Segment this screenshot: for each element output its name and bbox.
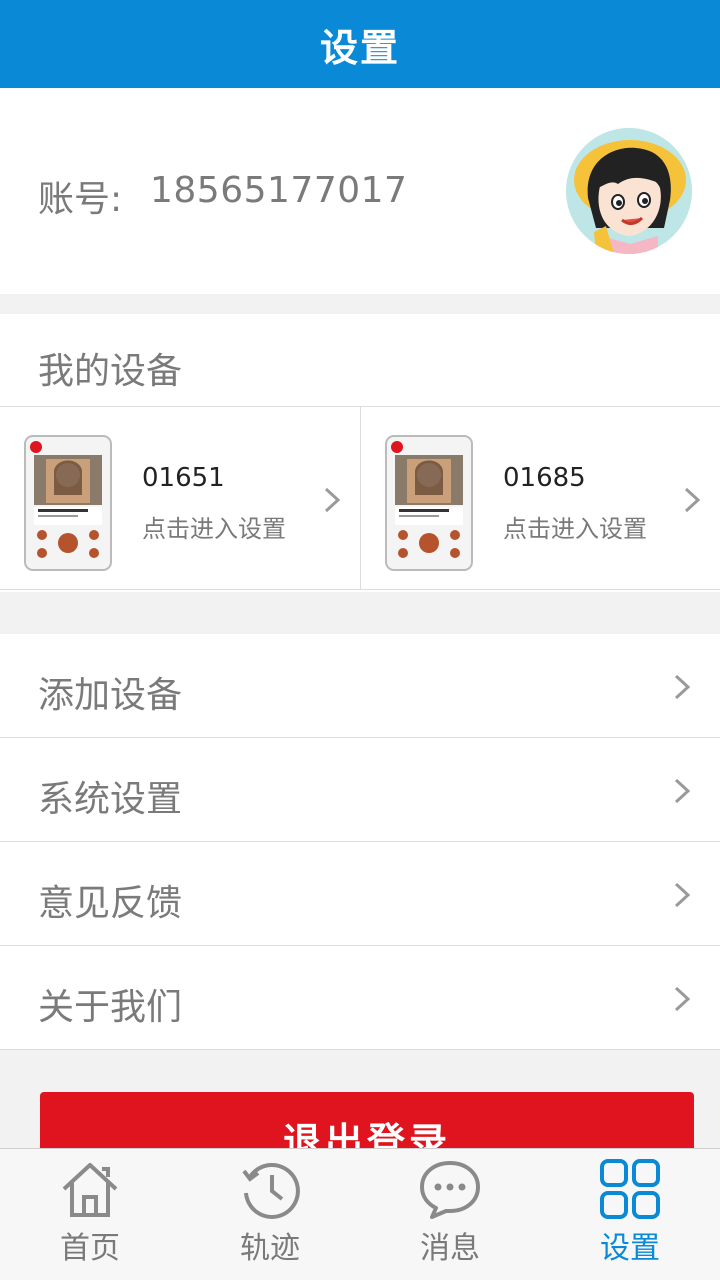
chevron-right-icon [324, 487, 341, 513]
chevron-right-icon [674, 674, 691, 700]
account-section: 账号: 18565177017 [0, 88, 720, 294]
tab-label: 首页 [60, 1231, 120, 1266]
grid-settings-icon [600, 1159, 660, 1219]
chevron-right-icon [674, 882, 691, 908]
menu-item-label: 添加设备 [38, 675, 183, 716]
top-bar: 设置 [0, 0, 720, 88]
chat-bubble-icon [420, 1161, 480, 1219]
settings-menu: 添加设备 系统设置 意见反馈 关于我们 [0, 634, 720, 1050]
device-id: 01651 [142, 463, 225, 493]
tab-track[interactable]: 轨迹 [180, 1149, 360, 1280]
menu-item-label: 系统设置 [38, 779, 183, 820]
my-devices-section: 我的设备 01651 点击进入设置 01685 点击进入设置 [0, 314, 720, 592]
menu-item-label: 关于我们 [38, 987, 183, 1028]
tab-label: 设置 [600, 1231, 660, 1266]
tab-settings[interactable]: 设置 [540, 1149, 720, 1280]
menu-item-add-device[interactable]: 添加设备 [0, 634, 720, 738]
device-card[interactable]: 01651 点击进入设置 [0, 407, 360, 590]
device-settings-link: 点击进入设置 [503, 515, 647, 543]
tab-label: 轨迹 [240, 1231, 300, 1266]
account-number: 18565177017 [150, 170, 408, 211]
home-icon [62, 1163, 118, 1217]
menu-item-feedback[interactable]: 意见反馈 [0, 842, 720, 946]
menu-item-about-us[interactable]: 关于我们 [0, 946, 720, 1050]
avatar-image [566, 128, 692, 254]
account-label: 账号: [38, 179, 123, 220]
my-devices-title: 我的设备 [38, 351, 183, 392]
device-image [24, 435, 112, 571]
device-card[interactable]: 01685 点击进入设置 [360, 407, 720, 590]
history-clock-icon [242, 1162, 300, 1219]
device-list: 01651 点击进入设置 01685 点击进入设置 [0, 406, 720, 590]
settings-screen: 设置 账号: 18565177017 我的设备 01651 点击进入设置 016… [0, 0, 720, 1280]
device-image [385, 435, 473, 571]
avatar[interactable] [566, 128, 692, 254]
device-settings-link: 点击进入设置 [142, 515, 286, 543]
menu-item-label: 意见反馈 [38, 883, 183, 924]
tab-home[interactable]: 首页 [0, 1149, 180, 1280]
page-title: 设置 [319, 25, 400, 70]
tab-label: 消息 [420, 1231, 480, 1266]
bottom-tab-bar: 首页 轨迹 消息 设置 [0, 1148, 720, 1280]
device-id: 01685 [503, 463, 586, 493]
chevron-right-icon [674, 986, 691, 1012]
chevron-right-icon [684, 487, 701, 513]
chevron-right-icon [674, 778, 691, 804]
menu-item-system-settings[interactable]: 系统设置 [0, 738, 720, 842]
tab-messages[interactable]: 消息 [360, 1149, 540, 1280]
